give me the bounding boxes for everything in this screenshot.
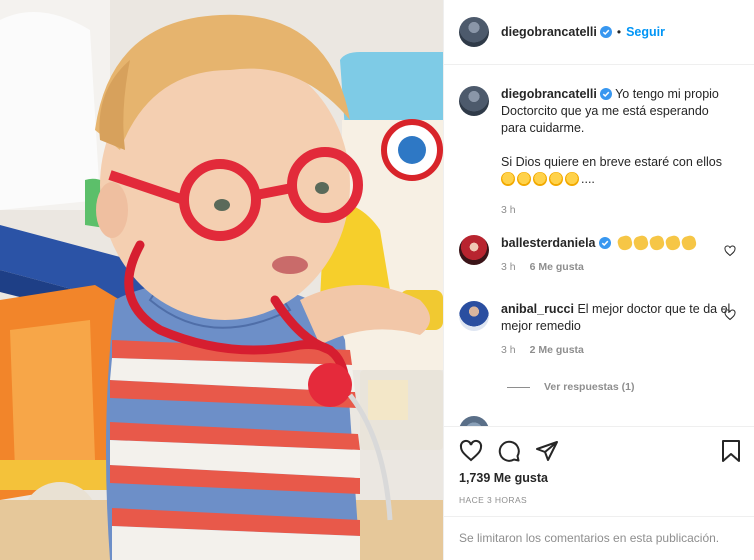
star-struck-emoji xyxy=(565,172,579,186)
comment-avatar[interactable] xyxy=(459,235,489,265)
comment-item-partial xyxy=(459,416,744,426)
comment-username[interactable]: anibal_rucci xyxy=(501,302,574,316)
comment-username[interactable]: ballesterdaniela xyxy=(501,236,596,250)
comments-limited-notice: Se limitaron los comentarios en esta pub… xyxy=(444,516,754,560)
heart-icon[interactable] xyxy=(724,309,736,321)
post-header: diegobrancatelli • Seguir xyxy=(444,0,754,65)
comment-item: ballesterdaniela 3 h 6 Me gusta xyxy=(459,234,744,276)
clapping-hands-emoji xyxy=(616,234,634,252)
clapping-hands-emoji xyxy=(664,234,682,252)
comment-likes[interactable]: 2 Me gusta xyxy=(530,342,584,359)
comment-time[interactable]: 3 h xyxy=(501,342,516,359)
comment-item: anibal_rucci El mejor doctor que te da e… xyxy=(459,301,744,359)
verified-icon xyxy=(599,26,612,38)
caption-time[interactable]: 3 h xyxy=(501,202,516,219)
verified-icon xyxy=(599,88,612,100)
post-actions: 1,739 Me gusta HACE 3 HORAS Se limitaron… xyxy=(444,426,754,560)
instagram-post: diegobrancatelli • Seguir diegobrancatel… xyxy=(0,0,754,560)
clapping-emoji-row xyxy=(616,234,698,252)
share-icon[interactable] xyxy=(535,439,559,463)
star-struck-emoji xyxy=(501,172,515,186)
comment-likes[interactable]: 6 Me gusta xyxy=(530,259,584,276)
post-sidebar: diegobrancatelli • Seguir diegobrancatel… xyxy=(443,0,754,560)
heart-icon[interactable] xyxy=(724,245,736,257)
likes-count[interactable]: 1,739 Me gusta xyxy=(459,471,548,485)
caption: diegobrancatelli Yo tengo mi propio Doct… xyxy=(459,86,744,219)
view-replies-button[interactable]: Ver respuestas (1) xyxy=(507,381,634,393)
heart-icon[interactable] xyxy=(459,439,483,463)
author-username[interactable]: diegobrancatelli xyxy=(501,25,597,39)
clapping-hands-emoji xyxy=(680,234,698,252)
comments-list[interactable]: diegobrancatelli Yo tengo mi propio Doct… xyxy=(444,66,754,426)
view-replies-label: Ver respuestas (1) xyxy=(544,381,635,393)
replies-line xyxy=(507,386,530,388)
follow-button[interactable]: Seguir xyxy=(626,25,665,39)
photo-illustration xyxy=(0,0,443,560)
clapping-hands-emoji xyxy=(632,234,650,252)
caption-suffix: .... xyxy=(581,172,595,186)
star-struck-emoji xyxy=(517,172,531,186)
caption-text-line-2: Si Dios quiere en breve estaré con ellos xyxy=(501,155,722,169)
post-timestamp[interactable]: HACE 3 HORAS xyxy=(459,495,527,505)
comment-time[interactable]: 3 h xyxy=(501,259,516,276)
caption-username[interactable]: diegobrancatelli xyxy=(501,87,597,101)
star-struck-emoji-row xyxy=(501,172,581,186)
separator-dot: • xyxy=(616,25,622,39)
comment-avatar[interactable] xyxy=(459,301,489,331)
clapping-hands-emoji xyxy=(648,234,666,252)
post-photo[interactable] xyxy=(0,0,443,560)
comment-avatar[interactable] xyxy=(459,416,489,426)
caption-avatar[interactable] xyxy=(459,86,489,116)
bookmark-icon[interactable] xyxy=(719,439,743,463)
star-struck-emoji xyxy=(533,172,547,186)
comment-icon[interactable] xyxy=(497,439,521,463)
author-avatar[interactable] xyxy=(459,17,489,47)
verified-icon xyxy=(598,237,611,249)
star-struck-emoji xyxy=(549,172,563,186)
